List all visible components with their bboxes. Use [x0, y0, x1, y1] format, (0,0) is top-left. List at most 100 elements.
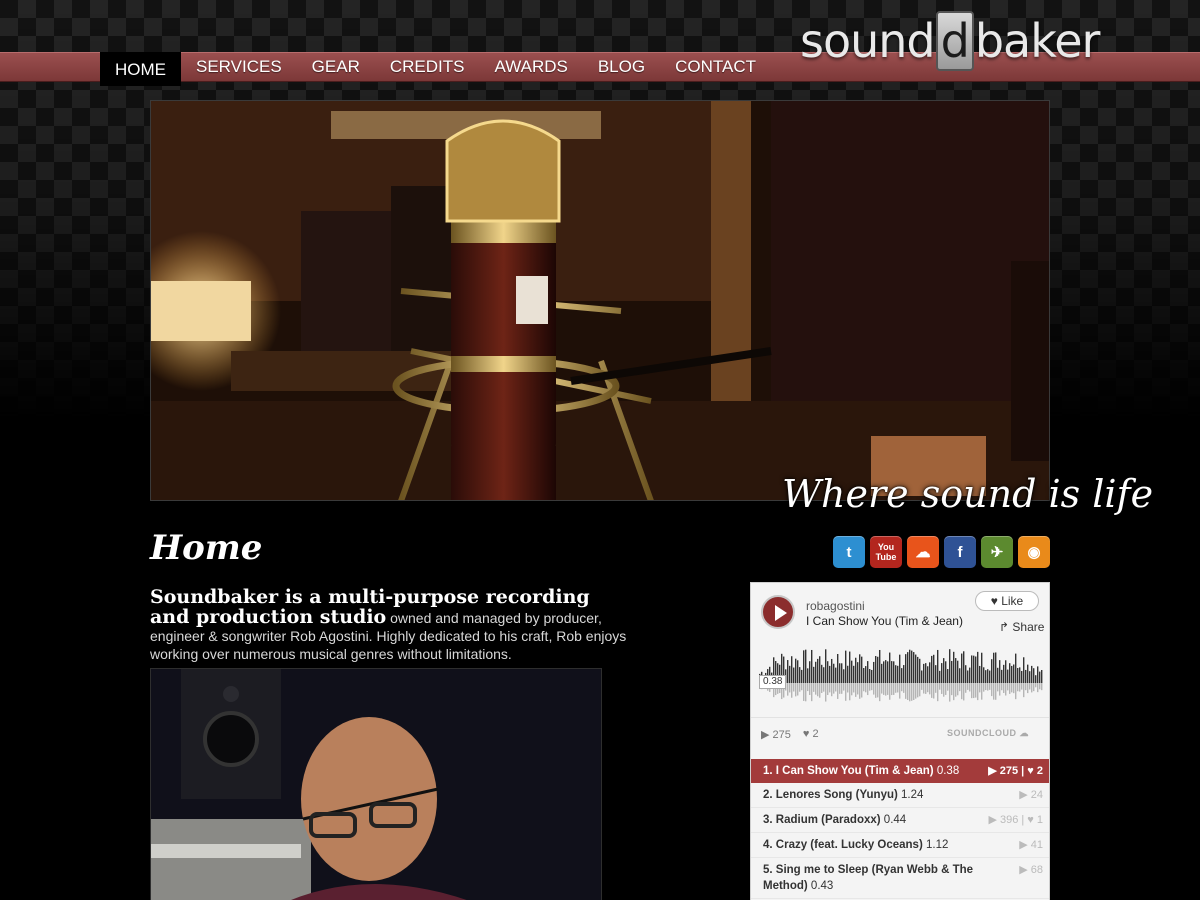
waveform-bar — [951, 660, 953, 683]
waveform-bar — [991, 659, 993, 683]
share-button[interactable]: ↱ Share — [999, 620, 1044, 634]
play-button[interactable] — [761, 595, 795, 629]
twitter-icon[interactable]: t — [833, 536, 865, 568]
soundcloud-icon[interactable]: ☁ — [907, 536, 939, 568]
waveform-bar — [873, 661, 875, 683]
waveform-bar — [941, 663, 943, 683]
nav-item-home[interactable]: HOME — [100, 52, 181, 86]
waveform-reflection-bar — [1021, 683, 1023, 690]
waveform-bar — [887, 661, 889, 683]
waveform-reflection-bar — [917, 683, 919, 698]
youtube-icon[interactable]: You Tube — [870, 536, 902, 568]
waveform-bar — [837, 653, 839, 683]
waveform[interactable] — [759, 643, 1043, 715]
waveform-bar — [1019, 667, 1021, 683]
playlist-item[interactable]: 4. Crazy (feat. Lucky Oceans) 1.12 ▶ 41 — [751, 833, 1049, 858]
rss-icon[interactable]: ◉ — [1018, 536, 1050, 568]
like-button[interactable]: ♥ Like — [975, 591, 1039, 611]
waveform-reflection-bar — [805, 683, 807, 702]
waveform-reflection-bar — [913, 683, 915, 701]
nav-item-services[interactable]: SERVICES — [181, 52, 297, 82]
waveform-bar — [811, 649, 813, 683]
waveform-reflection-bar — [975, 683, 977, 698]
playlist-item-title: 4. Crazy (feat. Lucky Oceans) — [763, 839, 923, 851]
playlist-item[interactable]: 3. Radium (Paradoxx) 0.44 ▶ 396 | ♥ 1 — [751, 808, 1049, 833]
waveform-bar — [943, 658, 945, 683]
waveform-bar — [911, 650, 913, 683]
waveform-reflection-bar — [839, 683, 841, 694]
waveform-reflection-bar — [829, 683, 831, 693]
playlist-item-stats: ▶ 396 | ♥ 1 — [988, 812, 1043, 828]
yousendit-icon[interactable]: ✈ — [981, 536, 1013, 568]
waveform-reflection-bar — [905, 683, 907, 699]
waveform-reflection-bar — [841, 683, 843, 694]
waveform-reflection-bar — [859, 683, 861, 699]
waveform-reflection-bar — [889, 683, 891, 700]
waveform-bar — [839, 663, 841, 683]
playlist-item[interactable]: 2. Lenores Song (Yunyu) 1.24 ▶ 24 — [751, 783, 1049, 808]
soundcloud-brand[interactable]: SOUNDCLOUD ☁ — [947, 728, 1029, 739]
player-track-title[interactable]: I Can Show You (Tim & Jean) — [806, 614, 963, 628]
heart-icon: | ♥ — [1018, 765, 1037, 777]
waveform-reflection-bar — [821, 683, 823, 693]
waveform-reflection-bar — [815, 683, 817, 695]
waveform-reflection-bar — [923, 683, 925, 694]
waveform-bar — [905, 654, 907, 683]
playlist-item[interactable]: 5. Sing me to Sleep (Ryan Webb & The Met… — [751, 858, 1049, 899]
waveform-reflection-bar — [935, 683, 937, 693]
waveform-reflection-bar — [985, 683, 987, 691]
intro-text: Soundbaker is a multi-purpose recording … — [150, 588, 630, 664]
waveform-bar — [849, 651, 851, 683]
waveform-bar — [843, 669, 845, 683]
waveform-reflection-bar — [1013, 683, 1015, 694]
nav-item-credits[interactable]: CREDITS — [375, 52, 480, 82]
waveform-reflection-bar — [909, 683, 911, 702]
waveform-bar — [969, 667, 971, 683]
nav-item-blog[interactable]: BLOG — [583, 52, 660, 82]
waveform-reflection-bar — [943, 683, 945, 697]
waveform-bar — [815, 661, 817, 683]
waveform-bar — [947, 669, 949, 683]
waveform-bar — [805, 649, 807, 683]
waveform-reflection-bar — [881, 683, 883, 694]
waveform-bar — [993, 652, 995, 683]
playlist-item[interactable]: 1. I Can Show You (Tim & Jean) 0.38 ▶ 275… — [751, 759, 1049, 783]
hero-tagline: Where sound is life — [782, 472, 1154, 516]
playlist-item-title: 2. Lenores Song (Yunyu) — [763, 789, 898, 801]
nav-item-awards[interactable]: AWARDS — [479, 52, 582, 82]
player-artist[interactable]: robagostini — [806, 599, 865, 613]
waveform-reflection-bar — [989, 683, 991, 690]
waveform-bar — [875, 656, 877, 683]
waveform-bar — [869, 669, 871, 683]
waveform-reflection-bar — [1019, 683, 1021, 692]
waveform-reflection-bar — [1041, 683, 1043, 691]
waveform-reflection-bar — [901, 683, 903, 692]
waveform-bar — [891, 661, 893, 683]
play-count-icon: ▶ — [1019, 789, 1031, 801]
waveform-reflection-bar — [811, 683, 813, 702]
play-count-icon: ▶ — [1019, 839, 1031, 851]
waveform-bar — [1029, 671, 1031, 683]
playlist-item-duration: 1.24 — [901, 789, 924, 801]
waveform-reflection-bar — [1005, 683, 1007, 696]
waveform-reflection-bar — [801, 683, 803, 691]
waveform-bar — [909, 649, 911, 683]
waveform-bar — [825, 649, 827, 683]
nav-item-contact[interactable]: CONTACT — [660, 52, 771, 82]
waveform-reflection-bar — [809, 683, 811, 695]
waveform-reflection-bar — [787, 683, 789, 696]
waveform-bar — [923, 663, 925, 683]
logo-text-box: d — [935, 11, 974, 71]
likes-value: 2 — [812, 728, 819, 740]
nav-item-gear[interactable]: GEAR — [297, 52, 375, 82]
waveform-bar — [1003, 664, 1005, 683]
waveform-bar — [883, 661, 885, 683]
facebook-icon[interactable]: f — [944, 536, 976, 568]
waveform-bar — [995, 652, 997, 683]
waveform-reflection-bar — [1037, 683, 1039, 693]
heart-icon: ♥ — [802, 728, 810, 740]
waveform-reflection-bar — [1009, 683, 1011, 694]
soundbaker-logo[interactable]: sound d baker — [800, 6, 1100, 76]
producer-portrait-illustration — [151, 669, 601, 900]
waveform-reflection-bar — [991, 683, 993, 697]
